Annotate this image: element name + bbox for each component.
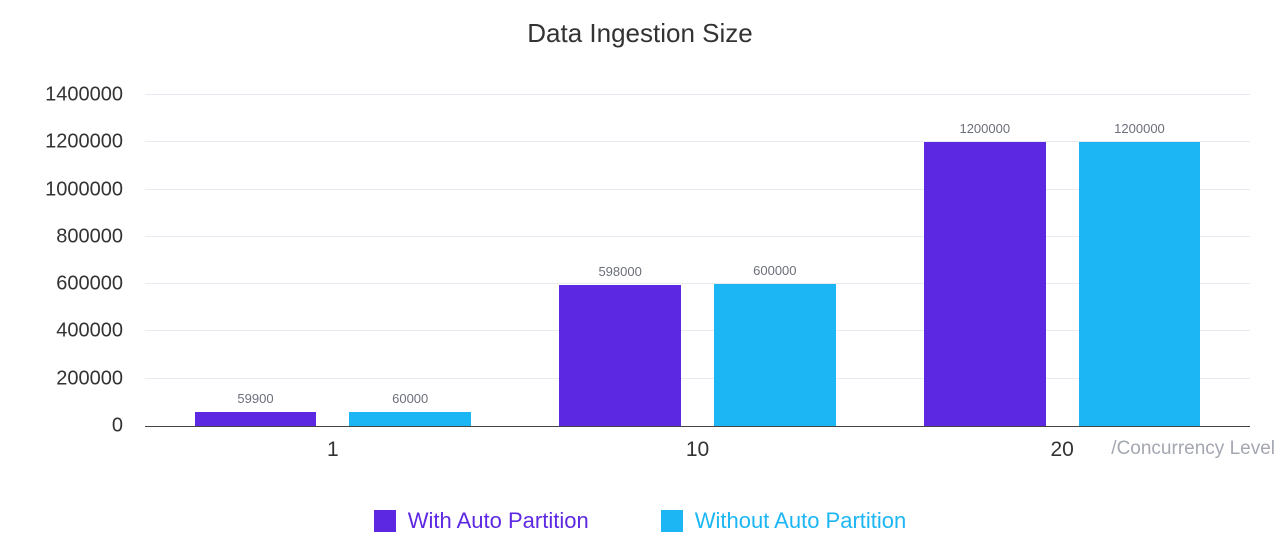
bar-value-label: 1200000 — [1114, 121, 1165, 136]
y-tick-label: 800000 — [56, 225, 123, 248]
x-tick-label: 10 — [686, 438, 709, 462]
y-tick-label: 1000000 — [45, 178, 123, 201]
legend-swatch — [374, 510, 396, 532]
x-axis-title: /Concurrency Level — [1111, 438, 1275, 460]
legend-item: Without Auto Partition — [661, 508, 907, 534]
y-tick-label: 1400000 — [45, 84, 123, 107]
y-tick-label: 200000 — [56, 367, 123, 390]
chart-title: Data Ingestion Size — [0, 18, 1280, 49]
bar: 60000 — [349, 412, 471, 426]
x-tick-label: 20 — [1050, 438, 1073, 462]
bar-value-label: 600000 — [753, 263, 796, 278]
legend-item: With Auto Partition — [374, 508, 589, 534]
legend-swatch — [661, 510, 683, 532]
plot-area: /Concurrency Level 020000040000060000080… — [145, 95, 1250, 427]
bar-value-label: 1200000 — [959, 121, 1010, 136]
grid-line — [145, 94, 1250, 95]
y-tick-label: 0 — [112, 415, 123, 438]
y-tick-label: 400000 — [56, 320, 123, 343]
legend-label: Without Auto Partition — [695, 508, 907, 534]
y-tick-label: 600000 — [56, 273, 123, 296]
bar-value-label: 598000 — [598, 264, 641, 279]
bar-value-label: 60000 — [392, 391, 428, 406]
bar: 1200000 — [1079, 142, 1201, 426]
y-tick-label: 1200000 — [45, 131, 123, 154]
chart-container: Data Ingestion Size /Concurrency Level 0… — [0, 0, 1280, 557]
x-tick-label: 1 — [327, 438, 339, 462]
bar: 59900 — [195, 412, 317, 426]
bar: 1200000 — [924, 142, 1046, 426]
legend-label: With Auto Partition — [408, 508, 589, 534]
bar-value-label: 59900 — [237, 391, 273, 406]
bar: 600000 — [714, 284, 836, 426]
legend: With Auto Partition Without Auto Partitio… — [0, 508, 1280, 537]
bar: 598000 — [559, 285, 681, 426]
